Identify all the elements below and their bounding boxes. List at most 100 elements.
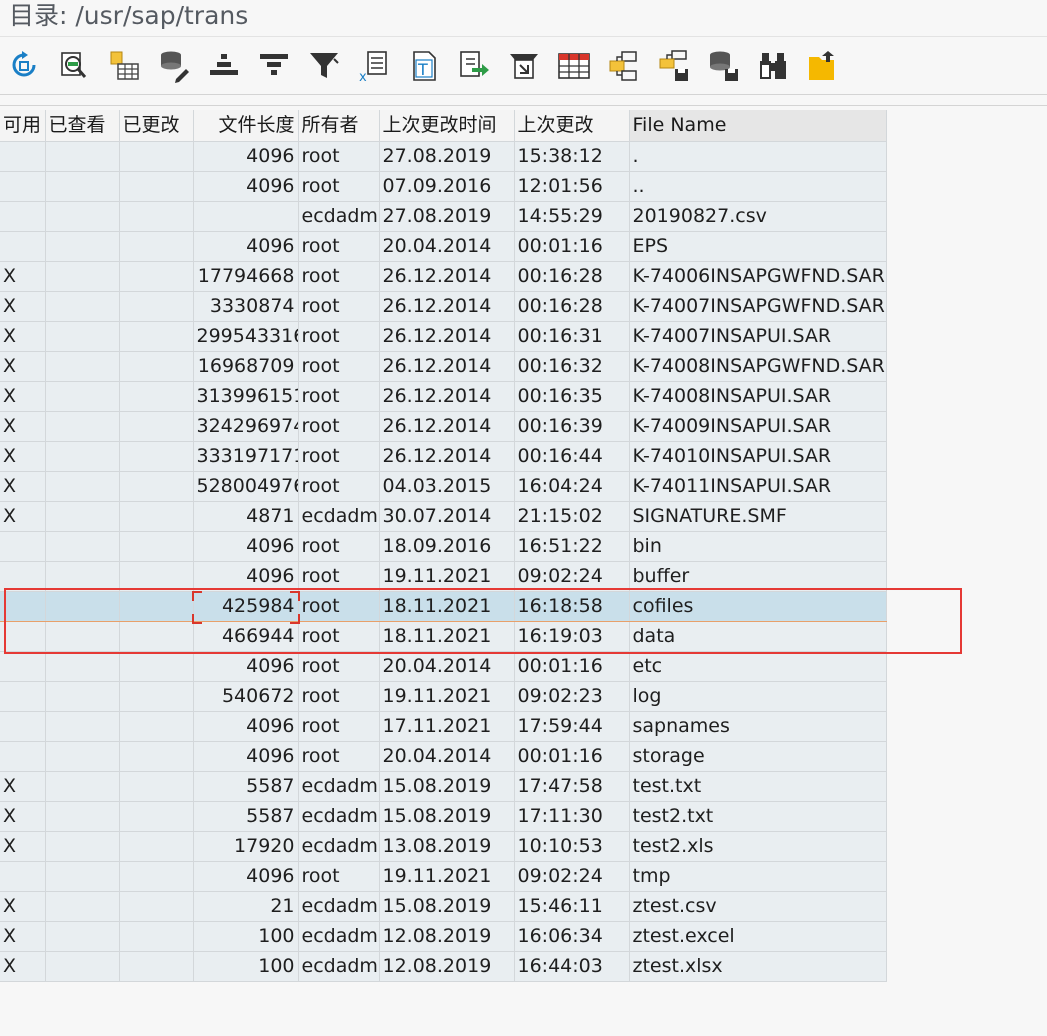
cell-viewed[interactable]: [45, 411, 120, 442]
cell-changed[interactable]: [119, 141, 194, 172]
cell-available[interactable]: [0, 681, 46, 712]
cell-file-name[interactable]: etc: [629, 651, 887, 682]
cell-changed[interactable]: [119, 381, 194, 412]
cell-changed[interactable]: [119, 801, 194, 832]
cell-last-change-time[interactable]: 09:02:24: [514, 561, 630, 592]
cell-last-change-date[interactable]: 18.09.2016: [379, 531, 515, 562]
cell-owner[interactable]: root: [298, 231, 380, 262]
cell-file-name[interactable]: ztest.excel: [629, 921, 887, 952]
cell-file-name[interactable]: cofiles: [629, 591, 887, 622]
cell-available[interactable]: [0, 171, 46, 202]
cell-changed[interactable]: [119, 741, 194, 772]
sort-descending-icon[interactable]: [258, 49, 290, 83]
print-preview-icon[interactable]: [508, 49, 540, 83]
cell-file-length[interactable]: 333197171: [193, 441, 299, 472]
cell-last-change-date[interactable]: 27.08.2019: [379, 141, 515, 172]
cell-file-length[interactable]: 540672: [193, 681, 299, 712]
cell-changed[interactable]: [119, 681, 194, 712]
cell-last-change-time[interactable]: 09:02:23: [514, 681, 630, 712]
cell-owner[interactable]: root: [298, 351, 380, 382]
excel-export-icon[interactable]: x: [358, 49, 390, 83]
cell-file-length[interactable]: 313996151: [193, 381, 299, 412]
cell-available[interactable]: [0, 741, 46, 772]
cell-available[interactable]: X: [0, 921, 46, 952]
cell-file-name[interactable]: ztest.csv: [629, 891, 887, 922]
cell-owner[interactable]: ecdadm: [298, 951, 380, 982]
cell-last-change-date[interactable]: 19.11.2021: [379, 561, 515, 592]
cell-changed[interactable]: [119, 891, 194, 922]
cell-file-name[interactable]: log: [629, 681, 887, 712]
cell-viewed[interactable]: [45, 201, 120, 232]
cell-available[interactable]: [0, 861, 46, 892]
table-row[interactable]: X 100 ecdadm 12.08.2019 16:06:34 ztest.excel: [0, 921, 887, 952]
cell-viewed[interactable]: [45, 381, 120, 412]
cell-file-length[interactable]: 4871: [193, 501, 299, 532]
cell-owner[interactable]: ecdadm: [298, 771, 380, 802]
find-icon[interactable]: [758, 49, 790, 83]
table-row[interactable]: X 5587 ecdadm 15.08.2019 17:47:58 test.txt: [0, 771, 887, 802]
table-row[interactable]: X 333197171 root 26.12.2014 00:16:44 K-74010I…: [0, 441, 887, 472]
cell-file-length[interactable]: 299543316: [193, 321, 299, 352]
cell-owner[interactable]: ecdadm: [298, 831, 380, 862]
cell-owner[interactable]: root: [298, 591, 380, 622]
cell-owner[interactable]: ecdadm: [298, 501, 380, 532]
cell-file-name[interactable]: sapnames: [629, 711, 887, 742]
export-icon[interactable]: [458, 49, 490, 83]
cell-owner[interactable]: ecdadm: [298, 201, 380, 232]
cell-viewed[interactable]: [45, 261, 120, 292]
folder-upload-icon[interactable]: [808, 49, 840, 83]
header-last-change-time[interactable]: 上次更改时间: [379, 110, 515, 142]
cell-last-change-date[interactable]: 12.08.2019: [379, 951, 515, 982]
cell-file-length[interactable]: 5587: [193, 771, 299, 802]
cell-file-name[interactable]: buffer: [629, 561, 887, 592]
cell-file-name[interactable]: K-74008INSAPUI.SAR: [629, 381, 887, 412]
header-file-name[interactable]: File Name: [629, 110, 887, 142]
table-row[interactable]: X 324296974 root 26.12.2014 00:16:39 K-74009I…: [0, 411, 887, 442]
cell-available[interactable]: X: [0, 471, 46, 502]
cell-last-change-time[interactable]: 14:55:29: [514, 201, 630, 232]
cell-last-change-date[interactable]: 19.11.2021: [379, 681, 515, 712]
table-row[interactable]: X 17794668 root 26.12.2014 00:16:28 K-74006IN…: [0, 261, 887, 292]
cell-available[interactable]: X: [0, 801, 46, 832]
cell-viewed[interactable]: [45, 351, 120, 382]
sort-ascending-icon[interactable]: [208, 49, 240, 83]
cell-changed[interactable]: [119, 651, 194, 682]
cell-available[interactable]: X: [0, 261, 46, 292]
cell-owner[interactable]: root: [298, 621, 380, 652]
cell-file-length[interactable]: 17794668: [193, 261, 299, 292]
table-row[interactable]: X 16968709 root 26.12.2014 00:16:32 K-74008IN…: [0, 351, 887, 382]
cell-last-change-date[interactable]: 17.11.2021: [379, 711, 515, 742]
refresh-icon[interactable]: [8, 49, 40, 83]
cell-changed[interactable]: [119, 591, 194, 622]
cell-last-change-date[interactable]: 26.12.2014: [379, 381, 515, 412]
cell-last-change-date[interactable]: 20.04.2014: [379, 231, 515, 262]
cell-file-name[interactable]: 20190827.csv: [629, 201, 887, 232]
table-row[interactable]: X 4871 ecdadm 30.07.2014 21:15:02 SIGNATURE.S…: [0, 501, 887, 532]
cell-file-name[interactable]: test2.txt: [629, 801, 887, 832]
cell-last-change-time[interactable]: 00:01:16: [514, 741, 630, 772]
cell-last-change-time[interactable]: 17:59:44: [514, 711, 630, 742]
cell-file-length[interactable]: 4096: [193, 231, 299, 262]
cell-owner[interactable]: root: [298, 741, 380, 772]
cell-last-change-time[interactable]: 00:16:28: [514, 291, 630, 322]
cell-file-name[interactable]: K-74006INSAPGWFND.SAR: [629, 261, 887, 292]
cell-available[interactable]: X: [0, 381, 46, 412]
cell-file-name[interactable]: K-74007INSAPUI.SAR: [629, 321, 887, 352]
cell-owner[interactable]: root: [298, 861, 380, 892]
cell-viewed[interactable]: [45, 711, 120, 742]
cell-last-change-date[interactable]: 26.12.2014: [379, 261, 515, 292]
cell-available[interactable]: [0, 711, 46, 742]
cell-viewed[interactable]: [45, 951, 120, 982]
cell-last-change-date[interactable]: 20.04.2014: [379, 651, 515, 682]
cell-last-change-time[interactable]: 00:16:39: [514, 411, 630, 442]
cell-last-change-date[interactable]: 19.11.2021: [379, 861, 515, 892]
cell-changed[interactable]: [119, 621, 194, 652]
cell-file-length[interactable]: 4096: [193, 861, 299, 892]
cell-file-length[interactable]: 528004976: [193, 471, 299, 502]
table-row[interactable]: 4096 root 19.11.2021 09:02:24 buffer: [0, 561, 887, 592]
cell-owner[interactable]: root: [298, 171, 380, 202]
header-available[interactable]: 可用: [0, 110, 46, 142]
cell-available[interactable]: [0, 531, 46, 562]
cell-owner[interactable]: root: [298, 561, 380, 592]
header-viewed[interactable]: 已查看: [45, 110, 120, 142]
